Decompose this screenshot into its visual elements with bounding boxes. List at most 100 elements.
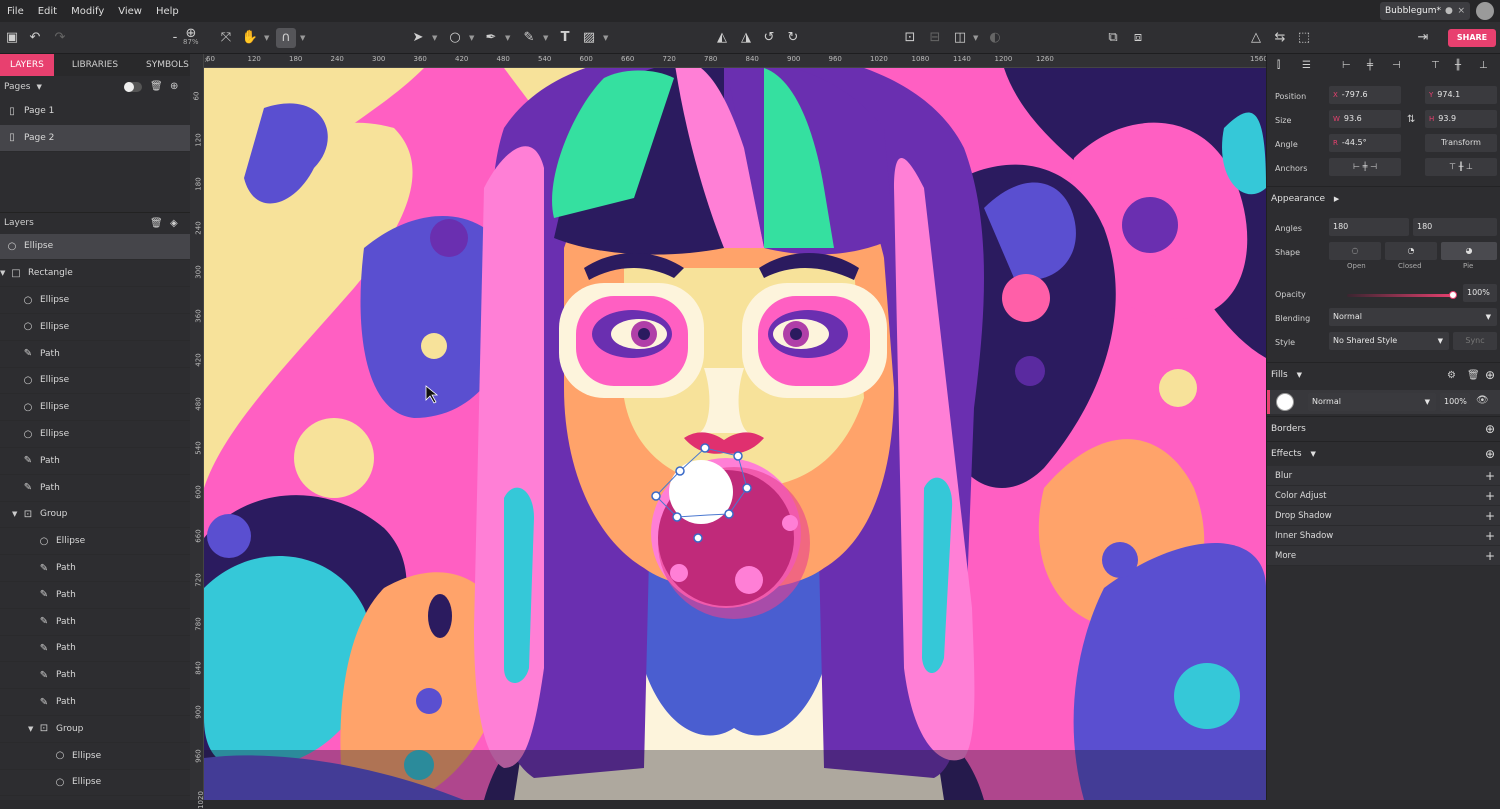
share-button[interactable]: SHARE	[1448, 29, 1496, 47]
layer-row[interactable]: ✎ Path	[0, 341, 190, 368]
align-middle-icon[interactable]: ╫	[1455, 60, 1461, 71]
effect-more[interactable]: More +	[1267, 546, 1500, 566]
close-tab-icon[interactable]: ×	[1457, 6, 1465, 16]
blending-select[interactable]: Normal ▼	[1329, 308, 1497, 326]
add-page-icon[interactable]: ⊕	[170, 81, 178, 92]
disclosure-icon[interactable]: ▼	[12, 510, 22, 518]
layer-row[interactable]: ✎ Path	[0, 555, 190, 582]
add-effect-icon[interactable]: ⊕	[1485, 442, 1495, 466]
appearance-section[interactable]: Appearance ▶	[1267, 186, 1500, 210]
layer-row[interactable]: ○ Ellipse	[0, 421, 190, 448]
add-blur-icon[interactable]: +	[1485, 466, 1495, 486]
trash-icon[interactable]: 🗑	[150, 218, 163, 229]
toggle-icon[interactable]	[124, 82, 142, 92]
redo-icon[interactable]: ↷	[50, 28, 70, 48]
layer-row[interactable]: ○ Ellipse	[0, 394, 190, 422]
layer-row[interactable]: ▼ ⊡ Group	[0, 716, 190, 743]
flip-vertical-icon[interactable]: ◮	[736, 28, 756, 48]
pencil-tool-icon[interactable]: ✎	[519, 28, 539, 48]
ungroup-icon[interactable]: ⊟	[925, 28, 945, 48]
chevron-down-icon[interactable]: ▼	[264, 28, 269, 48]
anchor-vertical-buttons[interactable]: ⊤ ╫ ⊥	[1425, 158, 1497, 176]
group-icon[interactable]: ⊡	[900, 28, 920, 48]
page-item-2[interactable]: ▯ Page 2	[0, 124, 190, 152]
undo-icon[interactable]: ↶	[25, 28, 45, 48]
hand-tool-icon[interactable]: ✋	[240, 28, 260, 48]
fill-settings-icon[interactable]: ⚙	[1447, 364, 1456, 388]
chevron-down-icon[interactable]: ▼	[973, 28, 978, 48]
align-left-icon[interactable]: ⊢	[1342, 60, 1351, 71]
eye-icon[interactable]: 👁	[1476, 395, 1489, 406]
chevron-down-icon[interactable]: ▼	[603, 28, 608, 48]
layer-row[interactable]: ○ Ellipse	[0, 368, 190, 395]
effect-drop-shadow[interactable]: Drop Shadow +	[1267, 506, 1500, 526]
mask-icon[interactable]: ◐	[985, 28, 1005, 48]
add-color-adjust-icon[interactable]: +	[1485, 486, 1495, 506]
layer-row[interactable]: ✎ Path	[0, 448, 190, 475]
style-icon[interactable]: ⇆	[1270, 28, 1290, 48]
shape-open-button[interactable]: ◌	[1329, 242, 1381, 260]
width-field[interactable]: W 93.6	[1329, 110, 1401, 128]
chevron-down-icon[interactable]: ▼	[300, 28, 305, 48]
shape-closed-button[interactable]: ◔	[1385, 242, 1437, 260]
transform-button[interactable]: Transform	[1425, 134, 1497, 152]
menu-edit[interactable]: Edit	[31, 6, 64, 17]
chevron-down-icon[interactable]: ▼	[505, 28, 510, 48]
layer-row[interactable]: ○ Ellipse	[0, 528, 190, 556]
avatar[interactable]	[1476, 2, 1494, 20]
fit-screen-icon[interactable]: ⤧	[216, 28, 236, 48]
boolean-icon[interactable]: ◫	[950, 28, 970, 48]
flip-horizontal-icon[interactable]: ◭	[712, 28, 732, 48]
fill-swatch[interactable]	[1276, 393, 1294, 411]
tab-libraries[interactable]: LIBRARIES	[62, 54, 128, 76]
add-drop-shadow-icon[interactable]: +	[1485, 506, 1495, 526]
height-field[interactable]: H 93.9	[1425, 110, 1497, 128]
angles-end-field[interactable]: 180	[1413, 218, 1497, 236]
opacity-slider[interactable]	[1347, 291, 1457, 299]
send-backward-icon[interactable]: ⧈	[1128, 28, 1148, 48]
page-item-1[interactable]: ▯ Page 1	[0, 98, 190, 125]
pen-tool-icon[interactable]: ✒	[481, 28, 501, 48]
trash-icon[interactable]: 🗑	[1467, 364, 1480, 388]
add-inner-shadow-icon[interactable]: +	[1485, 526, 1495, 546]
chevron-down-icon[interactable]: ▼	[1297, 371, 1302, 379]
menu-help[interactable]: Help	[149, 6, 186, 17]
text-tool-icon[interactable]: T	[555, 28, 575, 48]
fill-mode-select[interactable]: Normal ▼	[1308, 393, 1436, 411]
vertical-ruler[interactable]: 60 120 180 240 300 360 420 480 540 600 660 720 780 84…	[190, 54, 205, 809]
anchor-horizontal-buttons[interactable]: ⊢ ╪ ⊣	[1329, 158, 1401, 176]
disclosure-icon[interactable]: ▼	[0, 269, 10, 277]
menu-file[interactable]: File	[0, 6, 31, 17]
shape-pie-button[interactable]: ◕	[1441, 242, 1497, 260]
layer-row[interactable]: ✎ Path	[0, 662, 190, 690]
distribute-vertical-icon[interactable]: ☰	[1302, 60, 1311, 71]
chevron-down-icon[interactable]: ▼	[543, 28, 548, 48]
chevron-down-icon[interactable]: ▼	[36, 83, 41, 91]
disclosure-icon[interactable]: ▼	[28, 725, 38, 733]
align-right-icon[interactable]: ⊣	[1392, 60, 1401, 71]
chevron-down-icon[interactable]: ▼	[1310, 450, 1315, 458]
angle-field[interactable]: R -44.5°	[1329, 134, 1401, 152]
horizontal-ruler[interactable]: px 6012018024030036042048054060066072078…	[204, 54, 1266, 68]
distribute-horizontal-icon[interactable]: ⫿	[1277, 60, 1280, 71]
sync-button[interactable]: Sync	[1453, 332, 1497, 350]
add-more-icon[interactable]: +	[1485, 546, 1495, 566]
layer-row[interactable]: ○ Ellipse	[0, 314, 190, 341]
layer-row[interactable]: ○ Ellipse	[0, 287, 190, 314]
grid-icon[interactable]: ⬚	[1294, 28, 1314, 48]
symbol-icon[interactable]: △	[1246, 28, 1266, 48]
layer-row[interactable]: ✎ Path	[0, 636, 190, 663]
export-icon[interactable]: ⇥	[1413, 28, 1433, 48]
position-x-field[interactable]: X -797.6	[1329, 86, 1401, 104]
chevron-down-icon[interactable]: ▼	[432, 28, 437, 48]
style-select[interactable]: No Shared Style ▼	[1329, 332, 1449, 350]
magnet-icon[interactable]: ∩	[276, 28, 296, 48]
layer-row[interactable]: ▼ □ Rectangle	[0, 260, 190, 288]
ellipse-tool-icon[interactable]: ○	[445, 28, 465, 48]
effect-inner-shadow[interactable]: Inner Shadow +	[1267, 526, 1500, 546]
align-top-icon[interactable]: ⊤	[1431, 60, 1440, 71]
image-tool-icon[interactable]: ▨	[579, 28, 599, 48]
layer-row[interactable]: ○ Ellipse	[0, 233, 190, 261]
bring-forward-icon[interactable]: ⧉	[1103, 28, 1123, 48]
layer-row[interactable]: ○ Ellipse	[0, 743, 190, 770]
